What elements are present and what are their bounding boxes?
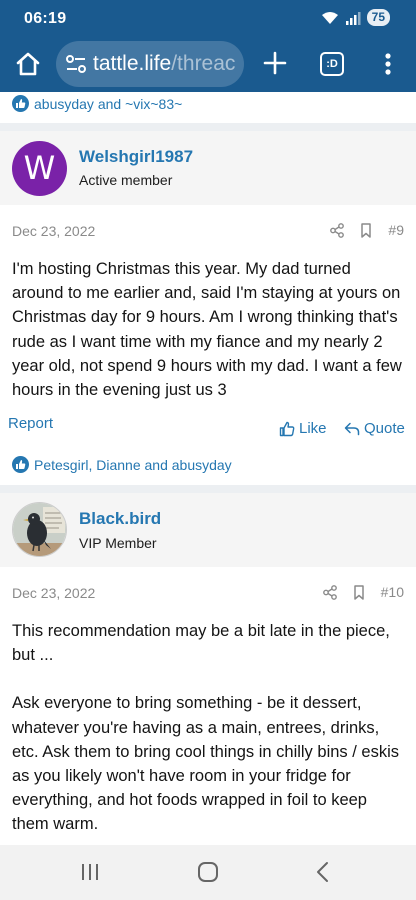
url-text: tattle.life/threac	[93, 52, 235, 76]
user-title: VIP Member	[79, 535, 157, 551]
bookmark-icon[interactable]	[360, 222, 372, 238]
like-button[interactable]: Like	[279, 420, 327, 437]
reactions-text: Petesgirl, Dianne and abusyday	[34, 456, 232, 473]
post-number[interactable]: #9	[388, 222, 404, 238]
report-link[interactable]: Report	[8, 415, 53, 432]
recent-apps-icon[interactable]	[80, 863, 100, 881]
bookmark-icon[interactable]	[353, 584, 365, 600]
user-title: Active member	[79, 172, 173, 188]
wifi-icon	[321, 11, 338, 24]
post-9-reactions[interactable]: Petesgirl, Dianne and abusyday	[12, 456, 232, 473]
post-paragraph: I'm hosting Christmas this year. My dad …	[12, 260, 402, 400]
post-9-body: I'm hosting Christmas this year. My dad …	[12, 257, 406, 402]
like-label: Like	[299, 420, 327, 437]
status-time: 06:19	[24, 10, 67, 27]
site-settings-icon[interactable]	[66, 55, 86, 73]
like-reaction-icon	[12, 95, 29, 112]
post-date[interactable]: Dec 23, 2022	[12, 585, 95, 601]
browser-toolbar: tattle.life/threac :D	[0, 36, 416, 92]
battery-indicator: 75	[366, 9, 390, 26]
post-paragraph: Ask everyone to bring something - be it …	[12, 694, 400, 834]
thumbs-up-icon	[279, 421, 295, 436]
post-divider	[0, 123, 416, 131]
quote-button[interactable]: Quote	[344, 420, 405, 437]
post-number[interactable]: #10	[381, 584, 404, 600]
post-9-user-header: W Welshgirl1987 Active member	[0, 131, 416, 205]
avatar[interactable]	[12, 502, 67, 557]
previous-post-reactions[interactable]: abusyday and ~vix~83~	[12, 95, 182, 112]
url-host: tattle.life	[93, 52, 172, 75]
url-path: /threac	[171, 52, 236, 75]
status-bar: 06:19 75	[0, 0, 416, 36]
system-nav-bar	[0, 845, 416, 900]
signal-icon	[345, 11, 361, 25]
post-paragraph: This recommendation may be a bit late in…	[12, 622, 390, 665]
like-reaction-icon	[12, 456, 29, 473]
reactions-text: abusyday and ~vix~83~	[34, 95, 183, 112]
home-nav-icon[interactable]	[197, 861, 219, 883]
home-icon[interactable]	[14, 50, 42, 78]
reply-icon	[344, 422, 360, 435]
address-bar[interactable]: tattle.life/threac	[56, 41, 244, 87]
quote-label: Quote	[364, 420, 405, 437]
bird-avatar-image	[13, 503, 66, 556]
username[interactable]: Black.bird	[79, 509, 161, 529]
avatar[interactable]: W	[12, 141, 67, 196]
more-menu-icon[interactable]	[378, 50, 398, 78]
post-9-meta-actions: #9	[330, 222, 404, 238]
post-10-body: This recommendation may be a bit late in…	[12, 619, 406, 837]
tab-switcher-button[interactable]: :D	[320, 52, 344, 76]
status-icons: 75	[321, 9, 390, 26]
share-icon[interactable]	[330, 222, 345, 238]
thread-content: abusyday and ~vix~83~ W Welshgirl1987 Ac…	[0, 92, 416, 845]
username[interactable]: Welshgirl1987	[79, 147, 193, 167]
post-10-user-header: Black.bird VIP Member	[0, 493, 416, 567]
post-divider	[0, 485, 416, 493]
post-date[interactable]: Dec 23, 2022	[12, 223, 95, 239]
share-icon[interactable]	[322, 584, 337, 600]
new-tab-icon[interactable]	[262, 50, 288, 76]
back-icon[interactable]	[315, 861, 331, 883]
post-10-meta-actions: #10	[322, 584, 404, 600]
